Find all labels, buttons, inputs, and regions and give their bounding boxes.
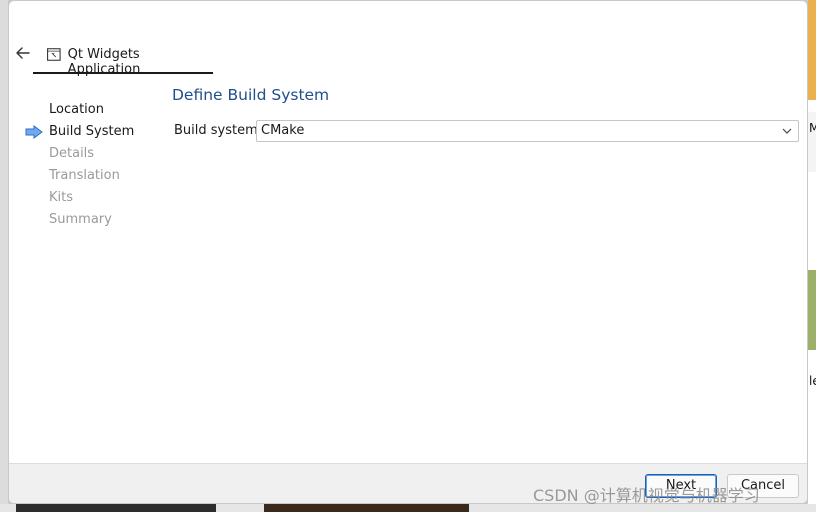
build-system-select[interactable]: CMake	[256, 120, 799, 142]
desktop-background-left	[0, 0, 8, 504]
chevron-down-icon	[782, 128, 792, 134]
wizard-header: Qt Widgets Application	[9, 1, 807, 77]
arrow-right-icon	[25, 125, 43, 139]
qt-app-icon	[47, 48, 61, 61]
build-system-label: Build system:	[174, 123, 263, 138]
step-label: Summary	[49, 212, 112, 227]
tab-label: Qt Widgets Application	[67, 47, 141, 77]
step-translation: Translation	[25, 165, 165, 187]
background-text: M	[809, 121, 816, 135]
step-kits: Kits	[25, 187, 165, 209]
background-text: le	[809, 374, 816, 388]
step-summary: Summary	[25, 209, 165, 231]
desktop-background-right: M le	[808, 0, 816, 512]
background-window-strip	[808, 0, 816, 100]
step-build-system: Build System	[25, 121, 165, 143]
step-label: Location	[49, 102, 104, 117]
new-project-wizard-dialog: Qt Widgets Application Location Build Sy…	[8, 0, 808, 504]
step-label: Translation	[49, 168, 120, 183]
arrow-left-icon	[16, 47, 30, 59]
background-window-strip	[16, 504, 216, 512]
step-details: Details	[25, 143, 165, 165]
background-window-strip	[808, 270, 816, 350]
back-button[interactable]	[11, 41, 35, 65]
tab-qt-widgets-application[interactable]: Qt Widgets Application	[33, 41, 213, 77]
wizard-steps-list: Location Build System Details Translatio…	[25, 99, 165, 231]
step-label: Build System	[49, 124, 135, 139]
page-title: Define Build System	[172, 86, 330, 104]
background-window-strip	[264, 504, 469, 512]
step-label: Details	[49, 146, 95, 161]
watermark: CSDN @计算机视觉与机器学习	[533, 486, 760, 505]
step-location: Location	[25, 99, 165, 121]
step-label: Kits	[49, 190, 74, 205]
build-system-value: CMake	[261, 123, 305, 138]
